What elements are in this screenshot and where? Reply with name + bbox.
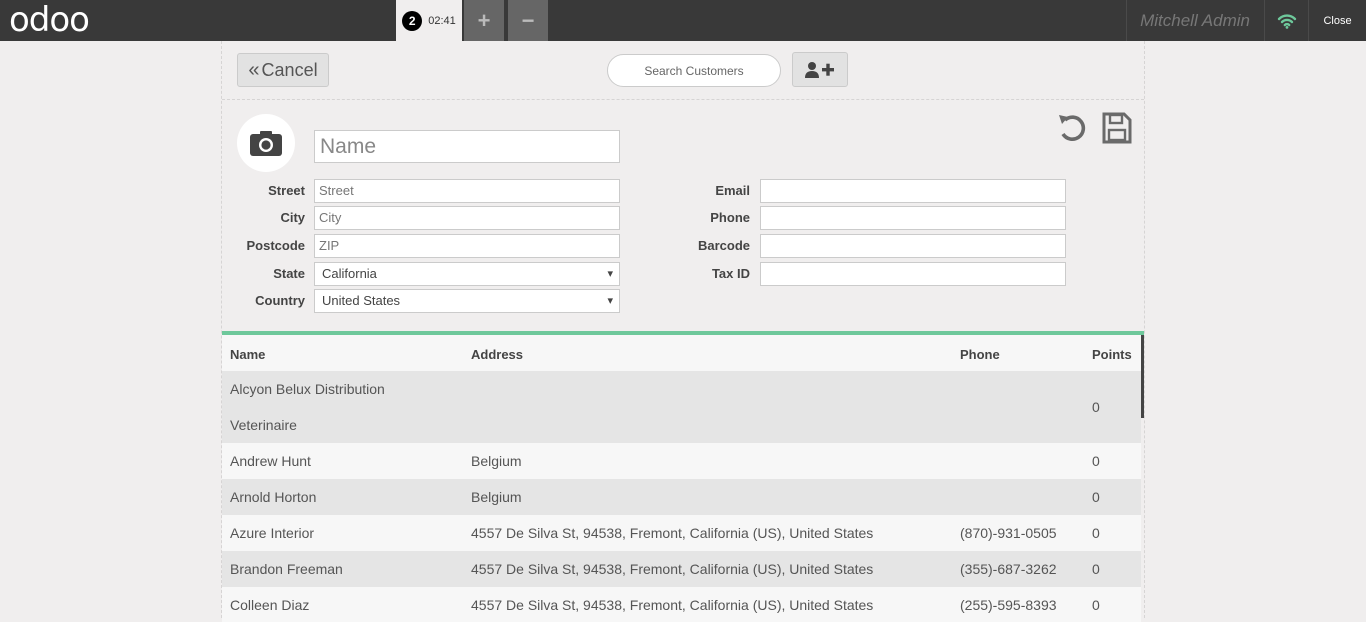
row-phone: (870)-931-0505 <box>960 525 1057 541</box>
tax-id-input[interactable] <box>760 262 1066 286</box>
connection-status[interactable] <box>1266 0 1309 41</box>
row-phone: (255)-595-8393 <box>960 597 1057 613</box>
customer-list: Name Address Phone Points Alcyon Belux D… <box>222 331 1144 622</box>
undo-icon[interactable] <box>1057 112 1087 144</box>
table-row[interactable]: Andrew Hunt Belgium 0 <box>222 443 1141 479</box>
country-select[interactable]: United States <box>314 289 620 313</box>
camera-icon <box>250 131 282 156</box>
top-bar: odoo 2 02:41 + − Mitchell Admin Close <box>0 0 1366 41</box>
tax-id-label: Tax ID <box>711 266 750 281</box>
email-label: Email <box>715 183 750 198</box>
table-row[interactable]: Arnold Horton Belgium 0 <box>222 479 1141 515</box>
delete-order-button[interactable]: − <box>508 0 548 41</box>
row-name: Andrew Hunt <box>230 453 311 469</box>
row-points: 0 <box>1092 453 1100 469</box>
row-address: 4557 De Silva St, 94538, Fremont, Califo… <box>471 561 874 577</box>
street-input[interactable]: Street <box>314 179 620 203</box>
state-label: State <box>273 266 305 281</box>
city-input[interactable]: City <box>314 206 620 230</box>
order-number-badge: 2 <box>402 10 423 31</box>
table-row[interactable]: Alcyon Belux Distribution Veterinaire 0 <box>222 371 1141 443</box>
row-points: 0 <box>1092 561 1100 577</box>
screen-controls: « Cancel Search Customers <box>222 41 1144 100</box>
double-chevron-left-icon: « <box>248 58 260 81</box>
phone-label: Phone <box>710 210 750 225</box>
row-points: 0 <box>1092 525 1100 541</box>
save-icon[interactable] <box>1102 112 1132 144</box>
customer-screen: « Cancel Search Customers Name Street St… <box>221 41 1145 622</box>
barcode-input[interactable] <box>760 234 1066 258</box>
postcode-input[interactable]: ZIP <box>314 234 620 258</box>
cancel-button[interactable]: « Cancel <box>237 53 329 87</box>
row-address: Belgium <box>471 453 522 469</box>
row-name: Colleen Diaz <box>230 597 310 613</box>
order-time: 02:41 <box>428 14 456 27</box>
country-label: Country <box>255 293 305 308</box>
row-name: Alcyon Belux Distribution <box>230 381 385 397</box>
list-header: Name Address Phone Points <box>222 335 1141 371</box>
list-scrollbar[interactable] <box>1141 335 1144 418</box>
phone-input[interactable] <box>760 206 1066 230</box>
add-user-icon <box>805 61 834 78</box>
header-points: Points <box>1092 347 1132 362</box>
table-row[interactable]: Colleen Diaz 4557 De Silva St, 94538, Fr… <box>222 587 1141 622</box>
barcode-label: Barcode <box>697 238 750 253</box>
row-address: 4557 De Silva St, 94538, Fremont, Califo… <box>471 597 874 613</box>
row-points: 0 <box>1092 399 1100 415</box>
row-name: Azure Interior <box>230 525 315 541</box>
row-phone: (355)-687-3262 <box>960 561 1057 577</box>
header-address: Address <box>471 347 524 362</box>
header-phone: Phone <box>960 347 1000 362</box>
close-button[interactable]: Close <box>1309 0 1366 41</box>
cancel-label: Cancel <box>261 59 318 80</box>
search-customers-input[interactable]: Search Customers <box>607 54 781 87</box>
table-row[interactable]: Brandon Freeman 4557 De Silva St, 94538,… <box>222 551 1141 587</box>
row-name: Arnold Horton <box>230 489 317 505</box>
customer-name-input[interactable]: Name <box>314 130 620 163</box>
header-name: Name <box>230 347 266 362</box>
email-input[interactable] <box>760 179 1066 203</box>
state-select[interactable]: California <box>314 262 620 286</box>
new-order-button[interactable]: + <box>464 0 504 41</box>
odoo-logo: odoo <box>9 0 90 40</box>
row-points: 0 <box>1092 489 1100 505</box>
table-row[interactable]: Azure Interior 4557 De Silva St, 94538, … <box>222 515 1141 551</box>
order-tab[interactable]: 2 02:41 <box>396 0 462 41</box>
customer-photo-upload[interactable] <box>237 114 295 172</box>
city-label: City <box>280 210 305 225</box>
cashier-name[interactable]: Mitchell Admin <box>1126 0 1265 41</box>
wifi-icon <box>1277 13 1297 29</box>
row-points: 0 <box>1092 597 1100 613</box>
row-name: Brandon Freeman <box>230 561 343 577</box>
postcode-label: Postcode <box>246 238 305 253</box>
row-address: Belgium <box>471 489 522 505</box>
row-name-continued: Veterinaire <box>230 417 297 433</box>
add-customer-button[interactable] <box>792 52 848 87</box>
street-label: Street <box>268 183 305 198</box>
row-address: 4557 De Silva St, 94538, Fremont, Califo… <box>471 525 874 541</box>
